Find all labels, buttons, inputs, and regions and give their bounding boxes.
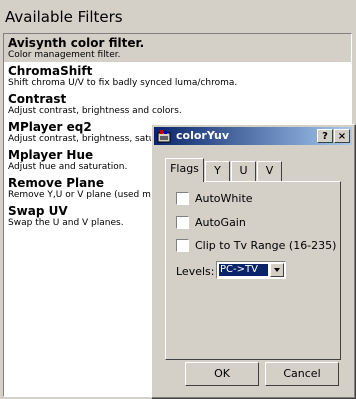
filter-name: Contrast (8, 92, 67, 106)
app-icon (157, 130, 171, 143)
checkbox-box[interactable] (176, 192, 189, 205)
checkbox-box[interactable] (176, 216, 189, 229)
checkbox-label: Clip to Tv Range (16-235) (195, 239, 337, 252)
levels-selected-value: PC->TV (219, 264, 268, 276)
filter-description: Shift chroma U/V to fix badly synced lum… (8, 78, 238, 88)
tab-u[interactable]: U (231, 161, 256, 181)
coloryuv-dialog: colorYuv ? × Flags Y U V AutoWhite AutoG… (151, 124, 356, 399)
levels-select[interactable]: PC->TV (216, 261, 286, 279)
filter-item[interactable]: ChromaShift Shift chroma U/V to fix badl… (4, 62, 351, 90)
checkbox-box[interactable] (176, 239, 189, 252)
checkbox-label: AutoWhite (195, 192, 253, 205)
tab-y[interactable]: Y (205, 161, 230, 181)
checkbox-label: AutoGain (195, 216, 246, 229)
dialog-title: colorYuv (176, 129, 229, 142)
ok-button[interactable]: OK (185, 362, 259, 386)
levels-label: Levels: (176, 265, 215, 278)
close-button[interactable]: × (334, 129, 350, 143)
filter-name: Avisynth color filter. (8, 36, 145, 50)
filter-description: Adjust contrast, brightness and colors. (8, 106, 182, 116)
help-button[interactable]: ? (317, 129, 333, 143)
cancel-button[interactable]: Cancel (265, 362, 339, 386)
panel-title: Available Filters (5, 8, 123, 26)
tab-flags[interactable]: Flags (165, 158, 204, 182)
chevron-down-icon[interactable] (270, 263, 284, 277)
filter-description: Color management filter. (8, 50, 121, 60)
dialog-titlebar[interactable]: colorYuv ? × (154, 127, 352, 145)
filter-name: ChromaShift (8, 64, 93, 78)
filter-item[interactable]: Avisynth color filter. Color management … (4, 34, 351, 62)
tab-v[interactable]: V (257, 161, 282, 181)
filter-item[interactable]: Contrast Adjust contrast, brightness and… (4, 90, 351, 118)
